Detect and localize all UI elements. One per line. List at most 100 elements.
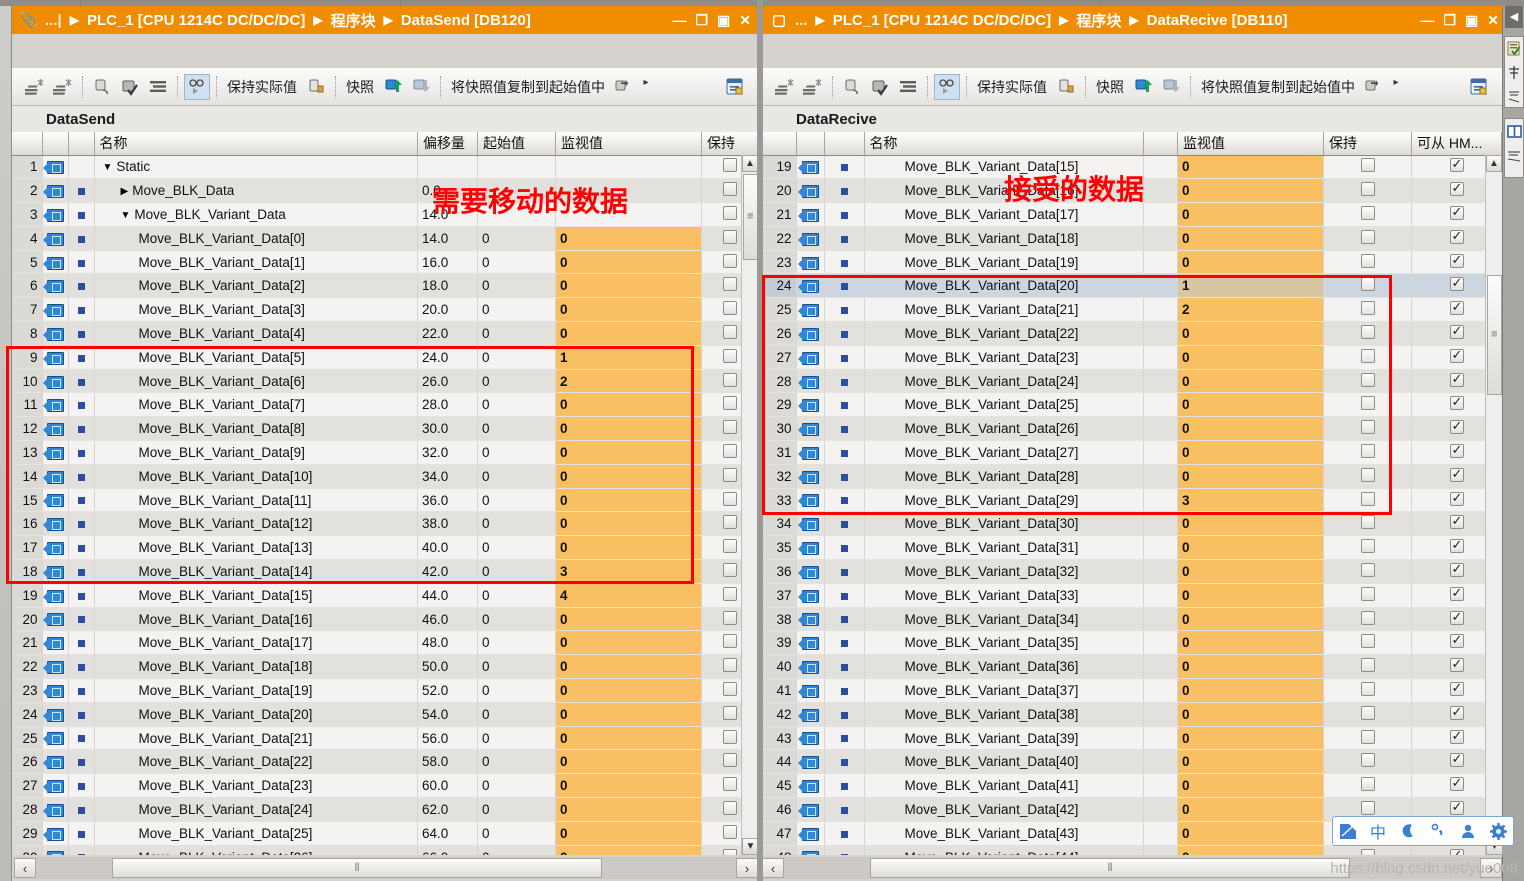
retain-checkbox[interactable]: [1323, 464, 1412, 489]
scroll-right-arrow[interactable]: ›: [736, 858, 758, 878]
retain-checkbox[interactable]: [1323, 416, 1412, 442]
close-button[interactable]: ✕: [1487, 13, 1499, 27]
overflow-arrow-icon[interactable]: ▸: [1389, 74, 1403, 100]
watch-value-cell[interactable]: 0: [1177, 155, 1324, 180]
variable-name-cell[interactable]: Move_BLK_Variant_Data[15]: [94, 583, 418, 608]
table-row[interactable]: 26 Move_BLK_Variant_Data[22] 0: [762, 321, 1502, 346]
offset-cell[interactable]: [417, 155, 478, 180]
snapshot-label[interactable]: 快照: [342, 77, 378, 97]
book-icon[interactable]: [1505, 119, 1523, 143]
variable-name-cell[interactable]: Move_BLK_Variant_Data[10]: [94, 464, 418, 489]
retain-checkbox[interactable]: [1323, 654, 1412, 680]
table-row[interactable]: 42 Move_BLK_Variant_Data[38] 0: [762, 702, 1502, 727]
snapshot-down-icon[interactable]: [408, 74, 434, 100]
watch-value-cell[interactable]: 0: [555, 845, 702, 855]
variable-name-cell[interactable]: Move_BLK_Variant_Data[16]: [94, 607, 418, 632]
row-number[interactable]: 14: [12, 464, 43, 489]
tools-icon[interactable]: [1505, 143, 1523, 167]
row-number[interactable]: 20: [12, 607, 43, 632]
variable-name-cell[interactable]: Move_BLK_Variant_Data[21]: [864, 297, 1144, 323]
table-row[interactable]: 24 Move_BLK_Variant_Data[20] 54.0 0 0: [12, 702, 758, 727]
table-row[interactable]: 10 Move_BLK_Variant_Data[6] 26.0 0 2: [12, 369, 758, 394]
right-title-bar[interactable]: ▢ ... ▶ PLC_1 [CPU 1214C DC/DC/DC] ▶ 程序块…: [762, 6, 1506, 34]
row-number[interactable]: 18: [12, 559, 43, 584]
retain-checkbox[interactable]: [1323, 630, 1412, 656]
offset-cell[interactable]: 26.0: [417, 369, 478, 394]
row-number[interactable]: 26: [762, 321, 797, 346]
snapshot-up-icon[interactable]: [1130, 74, 1156, 100]
retain-checkbox[interactable]: [1323, 155, 1412, 180]
watch-value-cell[interactable]: 0: [1177, 845, 1324, 855]
variable-name-cell[interactable]: Move_BLK_Variant_Data[17]: [94, 630, 418, 656]
left-data-grid[interactable]: 名称 偏移量 起始值 监视值 保持 1 ▼ Static 2 ▶ Move_BLK_Dat…: [12, 132, 758, 855]
table-row[interactable]: 35 Move_BLK_Variant_Data[31] 0: [762, 535, 1502, 561]
retain-checkbox[interactable]: [1323, 392, 1412, 418]
overflow-arrow-icon[interactable]: ▸: [639, 74, 653, 100]
watch-value-cell[interactable]: 0: [1177, 440, 1324, 465]
scroll-up-arrow[interactable]: ▲: [742, 155, 758, 172]
offset-cell[interactable]: 32.0: [417, 440, 478, 465]
libraries-panel-group[interactable]: [1504, 118, 1524, 178]
start-value-cell[interactable]: 0: [477, 392, 556, 418]
right-hsb-thumb[interactable]: ⦀: [870, 858, 1350, 878]
col-dot[interactable]: [68, 132, 95, 156]
retain-checkbox[interactable]: [1323, 702, 1412, 727]
start-value-cell[interactable]: 0: [477, 678, 556, 703]
row-number[interactable]: 5: [12, 250, 43, 275]
testing-panel-group[interactable]: [1504, 36, 1524, 108]
watch-value-cell[interactable]: 0: [555, 273, 702, 299]
variable-name-cell[interactable]: Move_BLK_Variant_Data[25]: [864, 392, 1144, 418]
col-rownum[interactable]: [12, 132, 43, 156]
row-number[interactable]: 40: [762, 654, 797, 680]
offset-cell[interactable]: 62.0: [417, 797, 478, 822]
snapshot-up-icon[interactable]: [380, 74, 406, 100]
monitor-icon[interactable]: [89, 74, 115, 100]
watch-value-cell[interactable]: [555, 155, 702, 180]
table-row[interactable]: 24 Move_BLK_Variant_Data[20] 1: [762, 273, 1502, 299]
offset-cell[interactable]: 28.0: [417, 392, 478, 418]
start-value-cell[interactable]: 0: [477, 821, 556, 846]
offset-cell[interactable]: 46.0: [417, 607, 478, 632]
table-row[interactable]: 25 Move_BLK_Variant_Data[21] 56.0 0 0: [12, 726, 758, 751]
retain-checkbox[interactable]: [1323, 773, 1412, 799]
watch-value-cell[interactable]: 0: [1177, 749, 1324, 775]
row-number[interactable]: 24: [762, 273, 797, 299]
retain-checkbox[interactable]: [1323, 250, 1412, 275]
watch-value-cell[interactable]: 0: [1177, 607, 1324, 632]
variable-name-cell[interactable]: Move_BLK_Variant_Data[36]: [864, 654, 1144, 680]
table-row[interactable]: 4 Move_BLK_Variant_Data[0] 14.0 0 0: [12, 226, 758, 251]
row-number[interactable]: 23: [762, 250, 797, 275]
variable-name-cell[interactable]: Move_BLK_Variant_Data[43]: [864, 821, 1144, 846]
col-name[interactable]: 名称: [94, 132, 418, 156]
block-properties-icon[interactable]: [1466, 74, 1492, 100]
row-number[interactable]: 13: [12, 440, 43, 465]
offset-cell[interactable]: 38.0: [417, 511, 478, 537]
table-row[interactable]: 20 Move_BLK_Variant_Data[16] 46.0 0 0: [12, 607, 758, 632]
watch-value-cell[interactable]: 0: [1177, 821, 1324, 846]
block-properties-icon[interactable]: [722, 74, 748, 100]
row-number[interactable]: 28: [12, 797, 43, 822]
table-row[interactable]: 21 Move_BLK_Variant_Data[17] 48.0 0 0: [12, 630, 758, 656]
table-row[interactable]: 11 Move_BLK_Variant_Data[7] 28.0 0 0: [12, 392, 758, 418]
row-number[interactable]: 35: [762, 535, 797, 561]
offset-cell[interactable]: 66.0: [417, 845, 478, 855]
start-value-cell[interactable]: 0: [477, 749, 556, 775]
restore-button[interactable]: ❐: [1443, 13, 1456, 27]
tasks-icon[interactable]: [1505, 61, 1523, 85]
offset-cell[interactable]: 36.0: [417, 488, 478, 513]
retain-checkbox[interactable]: [1323, 440, 1412, 465]
row-number[interactable]: 46: [762, 797, 797, 822]
col-icon[interactable]: [42, 132, 69, 156]
row-number[interactable]: 4: [12, 226, 43, 251]
watch-value-cell[interactable]: 0: [1177, 321, 1324, 346]
start-value-cell[interactable]: 0: [477, 535, 556, 561]
variable-name-cell[interactable]: Move_BLK_Variant_Data[5]: [94, 345, 418, 370]
glasses-monitor-icon[interactable]: [934, 74, 960, 100]
watch-value-cell[interactable]: 0: [1177, 464, 1324, 489]
table-row[interactable]: 31 Move_BLK_Variant_Data[27] 0: [762, 440, 1502, 465]
moon-icon[interactable]: [1397, 823, 1419, 839]
col-gap[interactable]: [1143, 132, 1178, 156]
retain-checkbox[interactable]: [1323, 607, 1412, 632]
row-number[interactable]: 10: [12, 369, 43, 394]
variable-name-cell[interactable]: Move_BLK_Variant_Data[44]: [864, 845, 1144, 855]
